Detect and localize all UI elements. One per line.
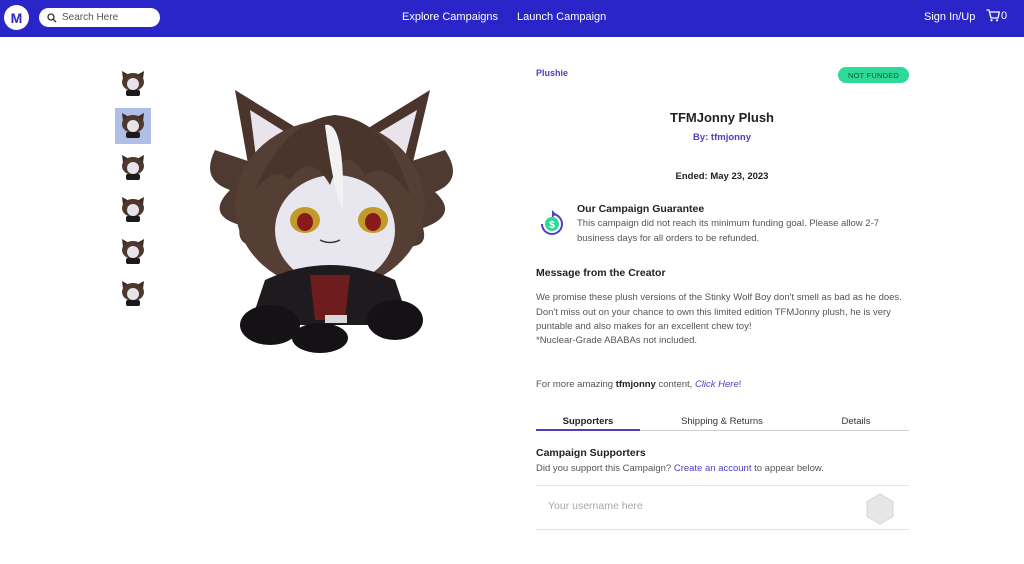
create-account-link[interactable]: Create an account bbox=[674, 463, 752, 474]
tab-supporters[interactable]: Supporters bbox=[536, 416, 640, 431]
top-navbar: M Explore Campaigns Launch Campaign Sign… bbox=[0, 0, 1024, 37]
plush-illustration bbox=[210, 90, 453, 353]
supporter-entry-row bbox=[536, 485, 909, 530]
supporters-text-prefix: Did you support this Campaign? bbox=[536, 463, 674, 474]
thumbnail-image[interactable] bbox=[115, 234, 151, 270]
supporters-text-suffix: to appear below. bbox=[751, 463, 824, 474]
logo-letter: M bbox=[10, 9, 23, 26]
guarantee-text: This campaign did not reach its minimum … bbox=[577, 218, 880, 244]
more-creator: tfmjonny bbox=[615, 379, 656, 390]
supporters-text: Did you support this Campaign? Create an… bbox=[536, 463, 824, 474]
cart-icon bbox=[986, 9, 1000, 22]
product-main-image bbox=[195, 80, 465, 355]
supporters-heading: Campaign Supporters bbox=[536, 447, 646, 459]
plush-thumbnail-icon bbox=[122, 197, 144, 222]
more-content-line: For more amazing tfmjonny content, Click… bbox=[536, 379, 741, 390]
more-suffix: ! bbox=[738, 379, 742, 390]
plush-thumbnail-icon bbox=[122, 113, 144, 138]
plush-thumbnail-icon bbox=[122, 71, 144, 96]
ended-date: Ended: May 23, 2023 bbox=[675, 171, 769, 182]
cart-button[interactable]: 0 bbox=[986, 9, 1007, 22]
sign-in-link[interactable]: Sign In/Up bbox=[924, 11, 975, 23]
search-box[interactable] bbox=[39, 8, 160, 27]
plush-thumbnail-icon bbox=[122, 155, 144, 180]
tab-shipping-returns[interactable]: Shipping & Returns bbox=[666, 416, 778, 431]
plush-thumbnail-icon bbox=[122, 281, 144, 306]
info-tabs: Supporters Shipping & Returns Details bbox=[536, 416, 909, 431]
nav-launch-campaign[interactable]: Launch Campaign bbox=[517, 11, 606, 23]
cart-count: 0 bbox=[1001, 9, 1008, 22]
category-label[interactable]: Plushie bbox=[536, 68, 568, 78]
guarantee-title: Our Campaign Guarantee bbox=[577, 203, 705, 215]
svg-text:$: $ bbox=[549, 220, 555, 231]
username-input[interactable] bbox=[548, 500, 798, 512]
money-back-icon: $ bbox=[536, 208, 568, 240]
plush-thumbnail-icon bbox=[122, 239, 144, 264]
click-here-link[interactable]: Click Here bbox=[695, 379, 739, 390]
thumbnail-image[interactable] bbox=[115, 150, 151, 186]
more-prefix: For more amazing bbox=[536, 379, 616, 390]
product-title: TFMJonny Plush bbox=[670, 110, 774, 125]
nav-explore-campaigns[interactable]: Explore Campaigns bbox=[402, 11, 498, 23]
message-body: We promise these plush versions of the S… bbox=[536, 292, 902, 332]
creator-link[interactable]: By: tfmjonny bbox=[536, 132, 908, 143]
tab-details[interactable]: Details bbox=[826, 416, 886, 431]
site-logo[interactable]: M bbox=[4, 5, 29, 30]
thumbnail-image[interactable] bbox=[115, 276, 151, 312]
thumbnail-image[interactable] bbox=[115, 108, 151, 144]
more-middle: content, bbox=[655, 379, 695, 390]
status-badge: NOT FUNDED bbox=[838, 67, 909, 83]
search-icon bbox=[47, 12, 57, 22]
thumbnail-image[interactable] bbox=[115, 192, 151, 228]
thumbnail-image[interactable] bbox=[115, 66, 151, 102]
avatar-placeholder-icon bbox=[866, 493, 894, 525]
message-heading: Message from the Creator bbox=[536, 267, 666, 279]
search-input[interactable] bbox=[62, 12, 152, 23]
message-note: *Nuclear-Grade ABABAs not included. bbox=[536, 335, 698, 346]
